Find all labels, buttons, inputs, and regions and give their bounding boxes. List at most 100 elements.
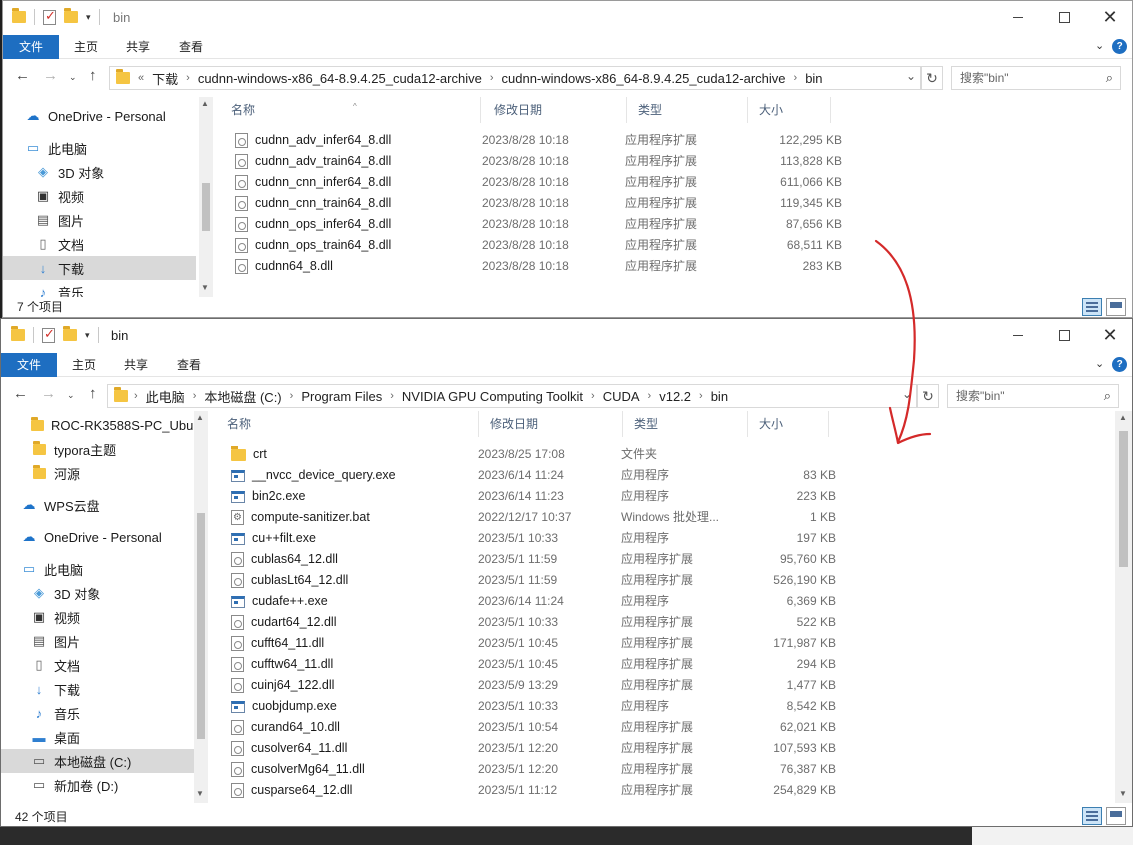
chevron-right-icon[interactable]: › bbox=[646, 390, 654, 402]
column-size[interactable]: 大小 bbox=[749, 411, 829, 437]
breadcrumb-item[interactable]: 本地磁盘 (C:) bbox=[198, 387, 287, 406]
back-button[interactable]: ← bbox=[13, 385, 28, 402]
table-row[interactable]: cusolver64_11.dll 2023/5/1 12:20 应用程序扩展 107… bbox=[231, 738, 851, 759]
nav-item[interactable]: ♪ 音乐 bbox=[1, 701, 194, 725]
new-folder-icon[interactable] bbox=[63, 326, 77, 341]
address-bar[interactable]: « 下载 › cudnn-windows-x86_64-8.9.4.25_cud… bbox=[109, 66, 921, 90]
breadcrumb-item[interactable]: cudnn-windows-x86_64-8.9.4.25_cuda12-arc… bbox=[192, 71, 488, 86]
table-row[interactable]: cudafe++.exe 2023/6/14 11:24 应用程序 6,369 KB bbox=[231, 591, 851, 612]
breadcrumb-overflow[interactable]: « bbox=[136, 72, 146, 84]
breadcrumb-item[interactable]: CUDA bbox=[597, 389, 646, 404]
minimize-button[interactable] bbox=[995, 1, 1041, 33]
breadcrumb-item[interactable]: bin bbox=[799, 71, 828, 86]
table-row[interactable]: cuinj64_122.dll 2023/5/9 13:29 应用程序扩展 1,477… bbox=[231, 675, 851, 696]
close-button[interactable]: ✕ bbox=[1087, 1, 1132, 33]
nav-item[interactable]: ▣ 视频 bbox=[1, 605, 194, 629]
column-type[interactable]: 类型 bbox=[624, 411, 748, 437]
address-dropdown-icon[interactable]: ⌄ bbox=[902, 387, 912, 401]
breadcrumb-item[interactable]: v12.2 bbox=[653, 389, 697, 404]
close-button[interactable]: ✕ bbox=[1087, 319, 1132, 351]
scroll-thumb[interactable] bbox=[202, 183, 210, 231]
recent-locations-icon[interactable]: ⌄ bbox=[67, 390, 75, 401]
breadcrumb-item[interactable]: cudnn-windows-x86_64-8.9.4.25_cuda12-arc… bbox=[496, 71, 792, 86]
maximize-button[interactable] bbox=[1041, 1, 1087, 33]
file-list-scrollbar[interactable]: ▲ ▼ bbox=[1115, 411, 1132, 803]
nav-item[interactable]: ▯ 文档 bbox=[1, 653, 194, 677]
up-button[interactable]: ↑ bbox=[89, 67, 97, 84]
large-icons-view-button[interactable] bbox=[1106, 298, 1126, 316]
details-view-button[interactable] bbox=[1082, 298, 1102, 316]
customize-toolbar-icon[interactable]: ▾ bbox=[85, 330, 90, 341]
nav-item[interactable]: 河源 bbox=[1, 461, 194, 485]
maximize-button[interactable] bbox=[1041, 319, 1087, 351]
table-row[interactable]: curand64_10.dll 2023/5/1 10:54 应用程序扩展 62,02… bbox=[231, 717, 851, 738]
nav-item[interactable]: ▭ 此电脑 bbox=[1, 557, 194, 581]
nav-item[interactable]: ↓ 下载 bbox=[1, 677, 194, 701]
column-name[interactable]: 名称 bbox=[217, 411, 479, 437]
properties-icon[interactable] bbox=[42, 326, 55, 343]
properties-icon[interactable] bbox=[43, 8, 56, 25]
table-row[interactable]: compute-sanitizer.bat 2022/12/17 10:37 Win… bbox=[231, 507, 851, 528]
table-row[interactable]: cudnn_ops_infer64_8.dll 2023/8/28 10:18 应用… bbox=[235, 214, 855, 235]
nav-item[interactable]: ◈ 3D 对象 bbox=[1, 581, 194, 605]
forward-button[interactable]: → bbox=[43, 67, 58, 84]
details-view-button[interactable] bbox=[1082, 807, 1102, 825]
large-icons-view-button[interactable] bbox=[1106, 807, 1126, 825]
chevron-right-icon[interactable]: › bbox=[191, 390, 199, 402]
help-icon[interactable]: ? bbox=[1112, 357, 1128, 372]
table-row[interactable]: bin2c.exe 2023/6/14 11:23 应用程序 223 KB bbox=[231, 486, 851, 507]
up-button[interactable]: ↑ bbox=[89, 385, 97, 402]
back-button[interactable]: ← bbox=[15, 67, 30, 84]
customize-toolbar-icon[interactable]: ▾ bbox=[86, 12, 91, 23]
breadcrumb-item[interactable]: Program Files bbox=[295, 389, 388, 404]
nav-item[interactable]: typora主题 bbox=[1, 437, 194, 461]
column-date[interactable]: 修改日期 bbox=[484, 97, 627, 123]
scroll-up-icon[interactable]: ▲ bbox=[196, 413, 204, 422]
table-row[interactable]: cudnn_adv_infer64_8.dll 2023/8/28 10:18 应用… bbox=[235, 130, 855, 151]
table-row[interactable]: cu++filt.exe 2023/5/1 10:33 应用程序 197 KB bbox=[231, 528, 851, 549]
table-row[interactable]: cusparse64_12.dll 2023/5/1 11:12 应用程序扩展 254… bbox=[231, 780, 851, 801]
breadcrumb-item[interactable]: NVIDIA GPU Computing Toolkit bbox=[396, 389, 589, 404]
table-row[interactable]: cufft64_11.dll 2023/5/1 10:45 应用程序扩展 171,98… bbox=[231, 633, 851, 654]
nav-item-downloads[interactable]: ↓ 下载 bbox=[3, 256, 196, 280]
nav-item[interactable]: ▭ 本地磁盘 (C:) bbox=[1, 749, 194, 773]
search-input[interactable]: 搜索"bin" ⌕ bbox=[951, 66, 1121, 90]
nav-item[interactable]: ☁ OneDrive - Personal bbox=[1, 525, 194, 549]
refresh-button[interactable]: ↻ bbox=[921, 66, 943, 90]
breadcrumb-item[interactable]: bin bbox=[705, 389, 734, 404]
scroll-up-icon[interactable]: ▲ bbox=[1119, 413, 1127, 422]
scroll-thumb[interactable] bbox=[197, 513, 205, 739]
nav-item-3d-objects[interactable]: ◈ 3D 对象 bbox=[3, 160, 196, 184]
nav-item[interactable]: ☁ WPS云盘 bbox=[1, 493, 194, 517]
table-row[interactable]: cudnn_ops_train64_8.dll 2023/8/28 10:18 应用… bbox=[235, 235, 855, 256]
scroll-down-icon[interactable]: ▼ bbox=[201, 283, 209, 292]
nav-item[interactable]: ▬ 桌面 bbox=[1, 725, 194, 749]
refresh-button[interactable]: ↻ bbox=[917, 384, 939, 408]
nav-item[interactable]: ▭ 新加卷 (D:) bbox=[1, 773, 194, 797]
nav-scrollbar[interactable]: ▲ ▼ bbox=[199, 97, 213, 297]
tab-share[interactable]: 共享 bbox=[113, 35, 163, 59]
tab-home[interactable]: 主页 bbox=[61, 35, 111, 59]
nav-item-documents[interactable]: ▯ 文档 bbox=[3, 232, 196, 256]
breadcrumb-item[interactable]: 此电脑 bbox=[140, 387, 191, 406]
table-row[interactable]: cublas64_12.dll 2023/5/1 11:59 应用程序扩展 95,76… bbox=[231, 549, 851, 570]
address-bar[interactable]: › 此电脑 › 本地磁盘 (C:) › Program Files › NVID… bbox=[107, 384, 917, 408]
tab-file[interactable]: 文件 bbox=[3, 35, 60, 59]
chevron-right-icon[interactable]: › bbox=[792, 72, 800, 84]
nav-item-this-pc[interactable]: ▭ 此电脑 bbox=[3, 136, 196, 160]
nav-item[interactable]: ROC-RK3588S-PC_Ubun bbox=[1, 413, 201, 437]
address-dropdown-icon[interactable]: ⌄ bbox=[906, 69, 916, 83]
table-row[interactable]: crt 2023/8/25 17:08 文件夹 bbox=[231, 444, 851, 465]
chevron-right-icon[interactable]: › bbox=[388, 390, 396, 402]
expand-ribbon-icon[interactable]: ⌄ bbox=[1095, 40, 1104, 52]
chevron-right-icon[interactable]: › bbox=[488, 72, 496, 84]
table-row[interactable]: cublasLt64_12.dll 2023/5/1 11:59 应用程序扩展 526… bbox=[231, 570, 851, 591]
nav-item-music[interactable]: ♪ 音乐 bbox=[3, 280, 196, 298]
expand-ribbon-icon[interactable]: ⌄ bbox=[1095, 358, 1104, 370]
chevron-right-icon[interactable]: › bbox=[132, 390, 140, 402]
nav-item-pictures[interactable]: ▤ 图片 bbox=[3, 208, 196, 232]
nav-item[interactable]: ▭ 新加卷 (E:) bbox=[1, 797, 194, 803]
table-row[interactable]: cudnn_adv_train64_8.dll 2023/8/28 10:18 应用… bbox=[235, 151, 855, 172]
recent-locations-icon[interactable]: ⌄ bbox=[69, 72, 77, 83]
breadcrumb-item[interactable]: 下载 bbox=[146, 69, 184, 88]
